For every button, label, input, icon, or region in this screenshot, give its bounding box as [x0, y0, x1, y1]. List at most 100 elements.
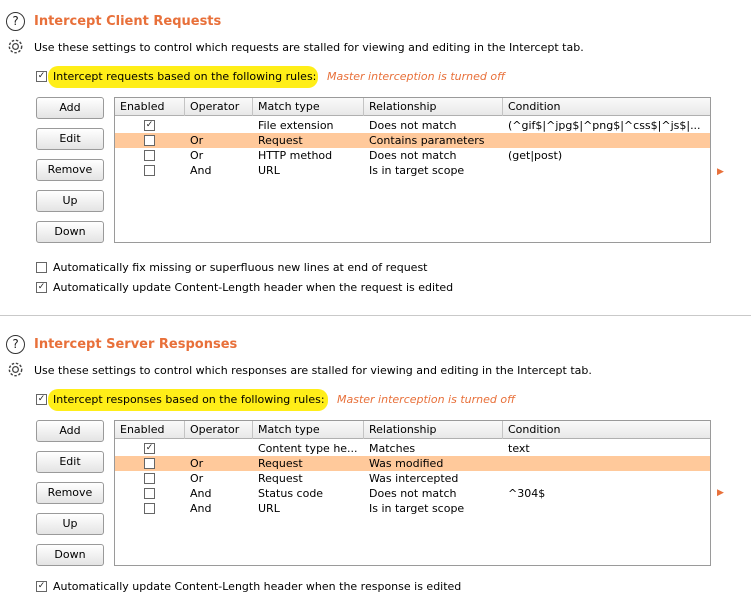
- operator-cell: Or: [190, 457, 204, 470]
- section-title: Intercept Client Requests: [34, 14, 222, 29]
- down-button[interactable]: Down: [36, 221, 104, 243]
- column-header-condition[interactable]: Condition: [503, 98, 710, 116]
- expand-arrow-icon[interactable]: ▶: [717, 167, 724, 177]
- relationship-cell: Is in target scope: [369, 502, 465, 515]
- up-button[interactable]: Up: [36, 513, 104, 535]
- row-enabled-checkbox[interactable]: [144, 443, 155, 454]
- client-requests-section: ? Intercept Client Requests Use these se…: [0, 0, 751, 310]
- condition-cell: (get|post): [508, 149, 563, 162]
- match-type-cell: Status code: [258, 487, 324, 500]
- match-type-cell: HTTP method: [258, 149, 333, 162]
- rules-table: Enabled Operator Match type Relationship…: [114, 420, 711, 566]
- row-enabled-checkbox[interactable]: [144, 473, 155, 484]
- column-header-condition[interactable]: Condition: [503, 421, 710, 439]
- row-enabled-checkbox[interactable]: [144, 165, 155, 176]
- relationship-cell: Contains parameters: [369, 134, 485, 147]
- operator-cell: And: [190, 502, 212, 515]
- match-type-cell: Content type he...: [258, 442, 358, 455]
- row-enabled-checkbox[interactable]: [144, 150, 155, 161]
- relationship-cell: Is in target scope: [369, 164, 465, 177]
- operator-cell: Or: [190, 472, 204, 485]
- relationship-cell: Was modified: [369, 457, 444, 470]
- master-interception-note: Master interception is turned off: [337, 393, 516, 406]
- row-enabled-checkbox[interactable]: [144, 135, 155, 146]
- column-header-match-type[interactable]: Match type: [253, 98, 364, 116]
- table-row[interactable]: File extension Does not match (^gif$|^jp…: [115, 118, 710, 133]
- fix-newlines-checkbox[interactable]: [36, 262, 47, 273]
- column-header-enabled[interactable]: Enabled: [115, 98, 185, 116]
- edit-button[interactable]: Edit: [36, 128, 104, 150]
- table-row[interactable]: And URL Is in target scope: [115, 501, 710, 516]
- update-content-length-label: Automatically update Content-Length head…: [53, 580, 462, 593]
- column-header-operator[interactable]: Operator: [185, 421, 253, 439]
- match-type-cell: File extension: [258, 119, 334, 132]
- row-enabled-checkbox[interactable]: [144, 458, 155, 469]
- relationship-cell: Does not match: [369, 149, 457, 162]
- add-button[interactable]: Add: [36, 97, 104, 119]
- update-content-length-label: Automatically update Content-Length head…: [53, 281, 454, 294]
- match-type-cell: URL: [258, 164, 280, 177]
- table-row[interactable]: And Status code Does not match ^304$: [115, 486, 710, 501]
- table-row[interactable]: Or HTTP method Does not match (get|post): [115, 148, 710, 163]
- match-type-cell: URL: [258, 502, 280, 515]
- relationship-cell: Does not match: [369, 119, 457, 132]
- column-header-match-type[interactable]: Match type: [253, 421, 364, 439]
- help-icon[interactable]: ?: [6, 12, 25, 31]
- table-row[interactable]: Or Request Was intercepted: [115, 471, 710, 486]
- intercept-rules-label: Intercept responses based on the followi…: [53, 393, 325, 406]
- intercept-rules-checkbox[interactable]: [36, 71, 47, 82]
- operator-cell: And: [190, 164, 212, 177]
- condition-cell: (^gif$|^jpg$|^png$|^css$|^js$|...: [508, 119, 701, 132]
- update-content-length-checkbox[interactable]: [36, 581, 47, 592]
- condition-cell: [508, 456, 708, 471]
- edit-button[interactable]: Edit: [36, 451, 104, 473]
- master-interception-note: Master interception is turned off: [327, 70, 506, 83]
- remove-button[interactable]: Remove: [36, 159, 104, 181]
- gear-icon[interactable]: [6, 360, 25, 379]
- match-type-cell: Request: [258, 134, 303, 147]
- relationship-cell: Was intercepted: [369, 472, 459, 485]
- add-button[interactable]: Add: [36, 420, 104, 442]
- table-header: Enabled Operator Match type Relationship…: [115, 421, 710, 439]
- table-row[interactable]: Or Request Contains parameters: [115, 133, 710, 148]
- condition-cell: [508, 501, 708, 516]
- column-header-relationship[interactable]: Relationship: [364, 98, 503, 116]
- down-button[interactable]: Down: [36, 544, 104, 566]
- column-header-operator[interactable]: Operator: [185, 98, 253, 116]
- up-button[interactable]: Up: [36, 190, 104, 212]
- table-row[interactable]: Content type he... Matches text: [115, 441, 710, 456]
- condition-cell: [508, 163, 708, 178]
- help-icon[interactable]: ?: [6, 335, 25, 354]
- relationship-cell: Does not match: [369, 487, 457, 500]
- section-title: Intercept Server Responses: [34, 337, 238, 352]
- condition-cell: [508, 471, 708, 486]
- section-description: Use these settings to control which resp…: [34, 364, 592, 377]
- table-row[interactable]: And URL Is in target scope: [115, 163, 710, 178]
- fix-newlines-label: Automatically fix missing or superfluous…: [53, 261, 428, 274]
- server-responses-section: ? Intercept Server Responses Use these s…: [0, 323, 751, 603]
- condition-cell: ^304$: [508, 487, 546, 500]
- intercept-rules-checkbox[interactable]: [36, 394, 47, 405]
- column-header-relationship[interactable]: Relationship: [364, 421, 503, 439]
- section-description: Use these settings to control which requ…: [34, 41, 584, 54]
- expand-arrow-icon[interactable]: ▶: [717, 488, 724, 498]
- operator-cell: Or: [190, 134, 204, 147]
- table-row[interactable]: Or Request Was modified: [115, 456, 710, 471]
- update-content-length-checkbox[interactable]: [36, 282, 47, 293]
- operator-cell: [190, 118, 254, 133]
- condition-cell: [508, 133, 708, 148]
- table-header: Enabled Operator Match type Relationship…: [115, 98, 710, 116]
- row-enabled-checkbox[interactable]: [144, 503, 155, 514]
- row-enabled-checkbox[interactable]: [144, 120, 155, 131]
- relationship-cell: Matches: [369, 442, 416, 455]
- gear-icon[interactable]: [6, 37, 25, 56]
- remove-button[interactable]: Remove: [36, 482, 104, 504]
- operator-cell: Or: [190, 149, 204, 162]
- column-header-enabled[interactable]: Enabled: [115, 421, 185, 439]
- match-type-cell: Request: [258, 457, 303, 470]
- operator-cell: [190, 441, 254, 456]
- operator-cell: And: [190, 487, 212, 500]
- match-type-cell: Request: [258, 472, 303, 485]
- row-enabled-checkbox[interactable]: [144, 488, 155, 499]
- section-divider: [0, 315, 751, 316]
